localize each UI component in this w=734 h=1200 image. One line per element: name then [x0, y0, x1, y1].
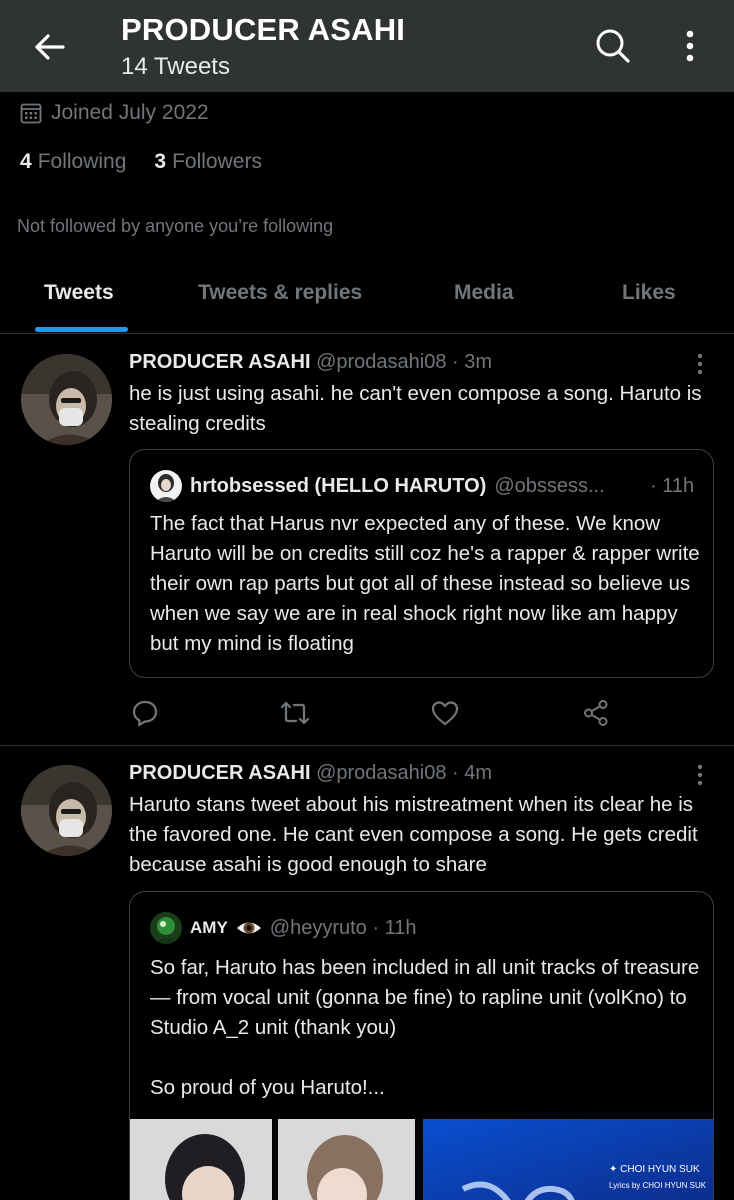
more-vertical-icon [697, 764, 703, 786]
quoted-author-name: AMY [190, 918, 228, 937]
quoted-author-name: hrtobsessed (HELLO HARUTO) [190, 474, 487, 497]
quoted-media-image[interactable] [130, 1119, 415, 1200]
quoted-avatar [150, 912, 182, 944]
tweet[interactable]: PRODUCER ASAHI @prodasahi08 · 4m Haruto … [0, 746, 734, 1200]
tweet-count: 14 Tweets [121, 53, 230, 80]
media-caption-artist: ✦ CHOI HYUN SUK [609, 1164, 700, 1175]
reply-icon [132, 700, 158, 727]
tab-media[interactable]: Media [454, 281, 514, 305]
author-meta: @prodasahi08 · 4m [316, 762, 493, 784]
author-name[interactable]: PRODUCER ASAHI [129, 762, 311, 784]
page-title: PRODUCER ASAHI [121, 12, 406, 47]
tweet-header: PRODUCER ASAHI @prodasahi08 · 3m [129, 351, 492, 374]
tweet-actions [129, 697, 629, 729]
quoted-media-image-credits[interactable]: ✦ CHOI HYUN SUK Lyrics by CHOI HYUN SUK [423, 1119, 713, 1200]
quoted-tweet-text: So far, Haruto has been included in all … [150, 956, 700, 1099]
tweet[interactable]: PRODUCER ASAHI @prodasahi08 · 3m he is j… [0, 335, 734, 745]
avatar[interactable] [21, 354, 112, 445]
tweet-more-button[interactable] [690, 349, 710, 379]
following-link[interactable]: 4 Following [20, 150, 126, 174]
profile-tabs: Tweets Tweets & replies Media Likes [0, 268, 734, 334]
quoted-tweet-text: The fact that Harus nvr expected any of … [150, 512, 700, 655]
search-icon [596, 29, 630, 63]
media-caption-lyrics: Lyrics by CHOI HYUN SUK [609, 1181, 707, 1190]
eye-emoji-icon [236, 922, 261, 934]
tab-tweets[interactable]: Tweets [44, 281, 114, 305]
arrow-left-icon [35, 34, 65, 60]
share-icon [584, 700, 608, 726]
more-options-button[interactable] [668, 22, 712, 70]
author-name[interactable]: PRODUCER ASAHI [129, 351, 311, 373]
tab-tweets-replies[interactable]: Tweets & replies [198, 281, 362, 305]
tweet-text: Haruto stans tweet about his mistreatmen… [129, 793, 698, 876]
share-button[interactable] [580, 697, 612, 729]
followers-link[interactable]: 3 Followers [154, 150, 262, 174]
quoted-author-handle: @obssess... [494, 474, 605, 497]
calendar-icon [20, 103, 42, 124]
joined-text: Joined July 2022 [51, 101, 209, 124]
avatar-image [21, 354, 112, 445]
active-tab-indicator [35, 327, 128, 332]
reply-button[interactable] [129, 697, 161, 729]
joined-date: Joined July 2022 [20, 101, 209, 125]
more-vertical-icon [697, 353, 703, 375]
quoted-time: · 11h [650, 474, 695, 497]
tweet-text: he is just using asahi. he can't even co… [129, 382, 702, 435]
quoted-tweet[interactable]: hrtobsessed (HELLO HARUTO) @obssess... ·… [129, 449, 714, 678]
tweet-more-button[interactable] [690, 760, 710, 790]
quoted-tweet[interactable]: AMY @heyyruto · 11h So far, Haruto has b… [129, 891, 714, 1200]
quoted-author-meta: @heyyruto · 11h [269, 916, 417, 939]
avatar-image [21, 765, 112, 856]
like-button[interactable] [429, 697, 461, 729]
author-meta: @prodasahi08 · 3m [316, 351, 493, 373]
quoted-tweet-header: AMY @heyyruto · 11h [150, 912, 416, 944]
back-button[interactable] [24, 22, 74, 72]
quoted-avatar [150, 470, 182, 502]
heart-icon [431, 701, 459, 726]
top-app-bar: PRODUCER ASAHI 14 Tweets [0, 0, 734, 92]
more-vertical-icon [686, 30, 694, 62]
tweet-header: PRODUCER ASAHI @prodasahi08 · 4m [129, 762, 492, 785]
not-followed-notice: Not followed by anyone you’re following [17, 216, 334, 236]
tab-likes[interactable]: Likes [622, 281, 676, 305]
quoted-tweet-header: hrtobsessed (HELLO HARUTO) @obssess... ·… [150, 470, 705, 502]
follow-stats: 4 Following 3 Followers [20, 150, 262, 174]
avatar[interactable] [21, 765, 112, 856]
retweet-button[interactable] [279, 697, 311, 729]
retweet-icon [280, 701, 310, 725]
search-button[interactable] [589, 22, 637, 70]
